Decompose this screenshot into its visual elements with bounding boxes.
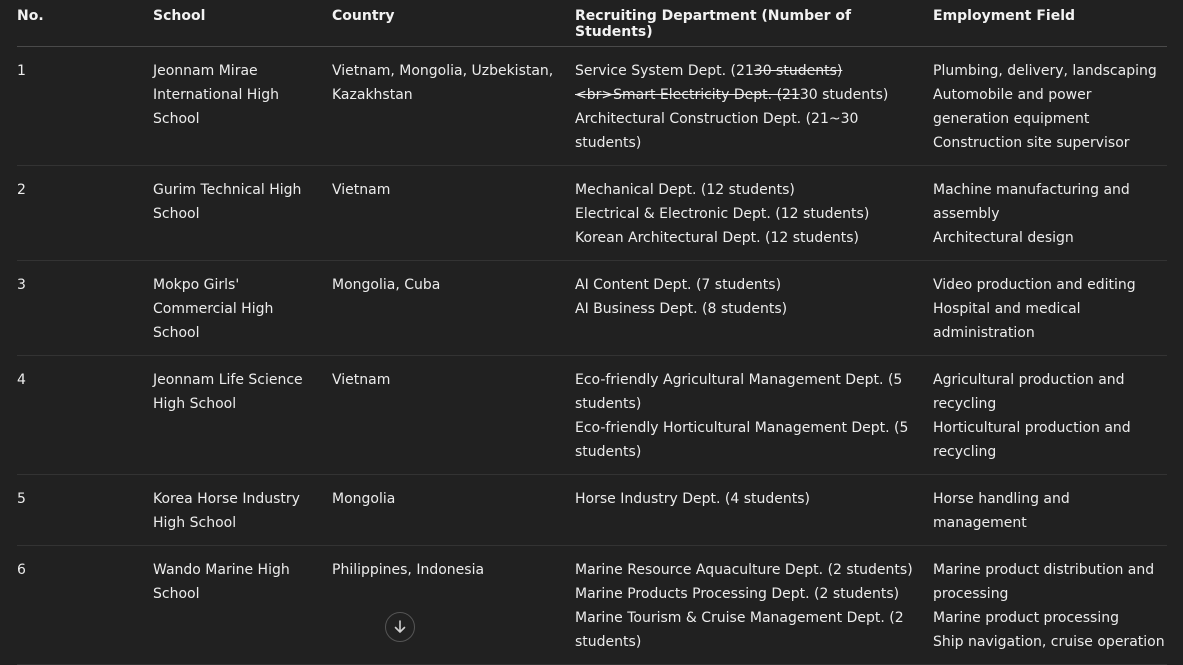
- cell-no: 1: [17, 46, 153, 166]
- department-list: Horse Industry Dept. (4 students): [575, 487, 933, 511]
- field-line: Marine product distribution and processi…: [933, 562, 1155, 602]
- table-header-row: No. School Country Recruiting Department…: [17, 0, 1167, 47]
- school-name: Mokpo Girls' Commercial High School: [153, 277, 274, 341]
- header-school: School: [153, 0, 332, 47]
- cell-school: Jeonnam Mirae International High School: [153, 46, 332, 166]
- cell-school: Korea Horse Industry High School: [153, 474, 332, 546]
- cell-department: Horse Industry Dept. (4 students): [575, 474, 933, 546]
- cell-department: Eco-friendly Agricultural Management Dep…: [575, 355, 933, 475]
- department-list: AI Content Dept. (7 students) AI Busines…: [575, 273, 933, 321]
- cell-country: Philippines, Indonesia: [332, 545, 575, 665]
- field-list: Agricultural production and recycling Ho…: [933, 368, 1167, 464]
- schools-table: No. School Country Recruiting Department…: [17, 0, 1167, 665]
- department-line: AI Content Dept. (7 students): [575, 277, 782, 293]
- cell-field: Video production and editing Hospital an…: [933, 260, 1167, 356]
- cell-no: 6: [17, 545, 153, 665]
- field-line: Horse handling and management: [933, 491, 1070, 531]
- cell-field: Horse handling and management: [933, 474, 1167, 546]
- cell-department: Mechanical Dept. (12 students) Electrica…: [575, 165, 933, 261]
- school-name: Wando Marine High School: [153, 562, 290, 602]
- header-department: Recruiting Department (Number of Student…: [575, 0, 933, 47]
- field-line: Construction site supervisor: [933, 135, 1130, 151]
- field-line: Machine manufacturing and assembly: [933, 182, 1130, 222]
- field-line: Hospital and medical administration: [933, 301, 1081, 341]
- field-line: Plumbing, delivery, landscaping: [933, 63, 1157, 79]
- header-employment-field: Employment Field: [933, 0, 1167, 47]
- table-row: 4 Jeonnam Life Science High School Vietn…: [17, 355, 1167, 475]
- department-line: AI Business Dept. (8 students): [575, 301, 788, 317]
- country-text: Mongolia: [332, 491, 396, 507]
- department-line: Horse Industry Dept. (4 students): [575, 491, 811, 507]
- field-list: Video production and editing Hospital an…: [933, 273, 1167, 345]
- cell-department: AI Content Dept. (7 students) AI Busines…: [575, 260, 933, 356]
- table-row: 2 Gurim Technical High School Vietnam Me…: [17, 165, 1167, 261]
- cell-field: Agricultural production and recycling Ho…: [933, 355, 1167, 475]
- cell-country: Mongolia: [332, 474, 575, 546]
- arrow-down-icon: [393, 620, 407, 634]
- table-row: 5 Korea Horse Industry High School Mongo…: [17, 474, 1167, 546]
- school-name: Korea Horse Industry High School: [153, 491, 300, 531]
- school-name: Gurim Technical High School: [153, 182, 302, 222]
- field-list: Plumbing, delivery, landscaping Automobi…: [933, 59, 1167, 155]
- field-line: Architectural design: [933, 230, 1074, 246]
- country-text: Vietnam: [332, 372, 391, 388]
- department-line: Eco-friendly Horticultural Management De…: [575, 420, 909, 460]
- table-row: 6 Wando Marine High School Philippines, …: [17, 545, 1167, 665]
- field-line: Marine product processing: [933, 610, 1119, 626]
- department-line: Korean Architectural Dept. (12 students): [575, 230, 860, 246]
- cell-no: 5: [17, 474, 153, 546]
- department-prefix: Service System Dept. (21: [575, 63, 754, 79]
- school-name: Jeonnam Mirae International High School: [153, 63, 279, 127]
- field-list: Machine manufacturing and assembly Archi…: [933, 178, 1167, 250]
- department-line: Electrical & Electronic Dept. (12 studen…: [575, 206, 870, 222]
- cell-field: Machine manufacturing and assembly Archi…: [933, 165, 1167, 261]
- country-text: Vietnam, Mongolia, Uzbekistan, Kazakhsta…: [332, 63, 554, 103]
- cell-country: Vietnam, Mongolia, Uzbekistan, Kazakhsta…: [332, 46, 575, 166]
- cell-department: Marine Resource Aquaculture Dept. (2 stu…: [575, 545, 933, 665]
- cell-no: 2: [17, 165, 153, 261]
- department-list: Mechanical Dept. (12 students) Electrica…: [575, 178, 933, 250]
- cell-country: Mongolia, Cuba: [332, 260, 575, 356]
- field-line: Ship navigation, cruise operation: [933, 634, 1165, 650]
- department-suffix: 30 students): [799, 87, 889, 103]
- cell-country: Vietnam: [332, 355, 575, 475]
- field-line: Agricultural production and recycling: [933, 372, 1125, 412]
- cell-no: 4: [17, 355, 153, 475]
- cell-school: Jeonnam Life Science High School: [153, 355, 332, 475]
- department-line: Eco-friendly Agricultural Management Dep…: [575, 372, 903, 412]
- field-line: Horticultural production and recycling: [933, 420, 1131, 460]
- cell-school: Mokpo Girls' Commercial High School: [153, 260, 332, 356]
- field-list: Marine product distribution and processi…: [933, 558, 1167, 654]
- country-text: Mongolia, Cuba: [332, 277, 441, 293]
- header-no: No.: [17, 0, 153, 47]
- header-country: Country: [332, 0, 575, 47]
- country-text: Vietnam: [332, 182, 391, 198]
- cell-no: 3: [17, 260, 153, 356]
- department-line: Marine Resource Aquaculture Dept. (2 stu…: [575, 562, 913, 578]
- department-line: Marine Tourism & Cruise Management Dept.…: [575, 610, 904, 650]
- school-name: Jeonnam Life Science High School: [153, 372, 303, 412]
- scroll-to-bottom-button[interactable]: [385, 612, 415, 642]
- cell-country: Vietnam: [332, 165, 575, 261]
- country-text: Philippines, Indonesia: [332, 562, 485, 578]
- cell-school: Gurim Technical High School: [153, 165, 332, 261]
- table-row: 1 Jeonnam Mirae International High Schoo…: [17, 46, 1167, 166]
- department-line: Marine Products Processing Dept. (2 stud…: [575, 586, 900, 602]
- cell-field: Marine product distribution and processi…: [933, 545, 1167, 665]
- cell-school: Wando Marine High School: [153, 545, 332, 665]
- field-line: Video production and editing: [933, 277, 1136, 293]
- cell-field: Plumbing, delivery, landscaping Automobi…: [933, 46, 1167, 166]
- department-list: Eco-friendly Agricultural Management Dep…: [575, 368, 933, 464]
- data-table-container: No. School Country Recruiting Department…: [17, 0, 1167, 665]
- field-line: Automobile and power generation equipmen…: [933, 87, 1092, 127]
- department-list: Marine Resource Aquaculture Dept. (2 stu…: [575, 558, 933, 654]
- field-list: Horse handling and management: [933, 487, 1167, 535]
- cell-department: Service System Dept. (2130 students)<br>…: [575, 46, 933, 166]
- department-line: Architectural Construction Dept. (21~30 …: [575, 111, 859, 151]
- table-row: 3 Mokpo Girls' Commercial High School Mo…: [17, 260, 1167, 356]
- department-text: Service System Dept. (2130 students)<br>…: [575, 59, 933, 155]
- department-line: Mechanical Dept. (12 students): [575, 182, 795, 198]
